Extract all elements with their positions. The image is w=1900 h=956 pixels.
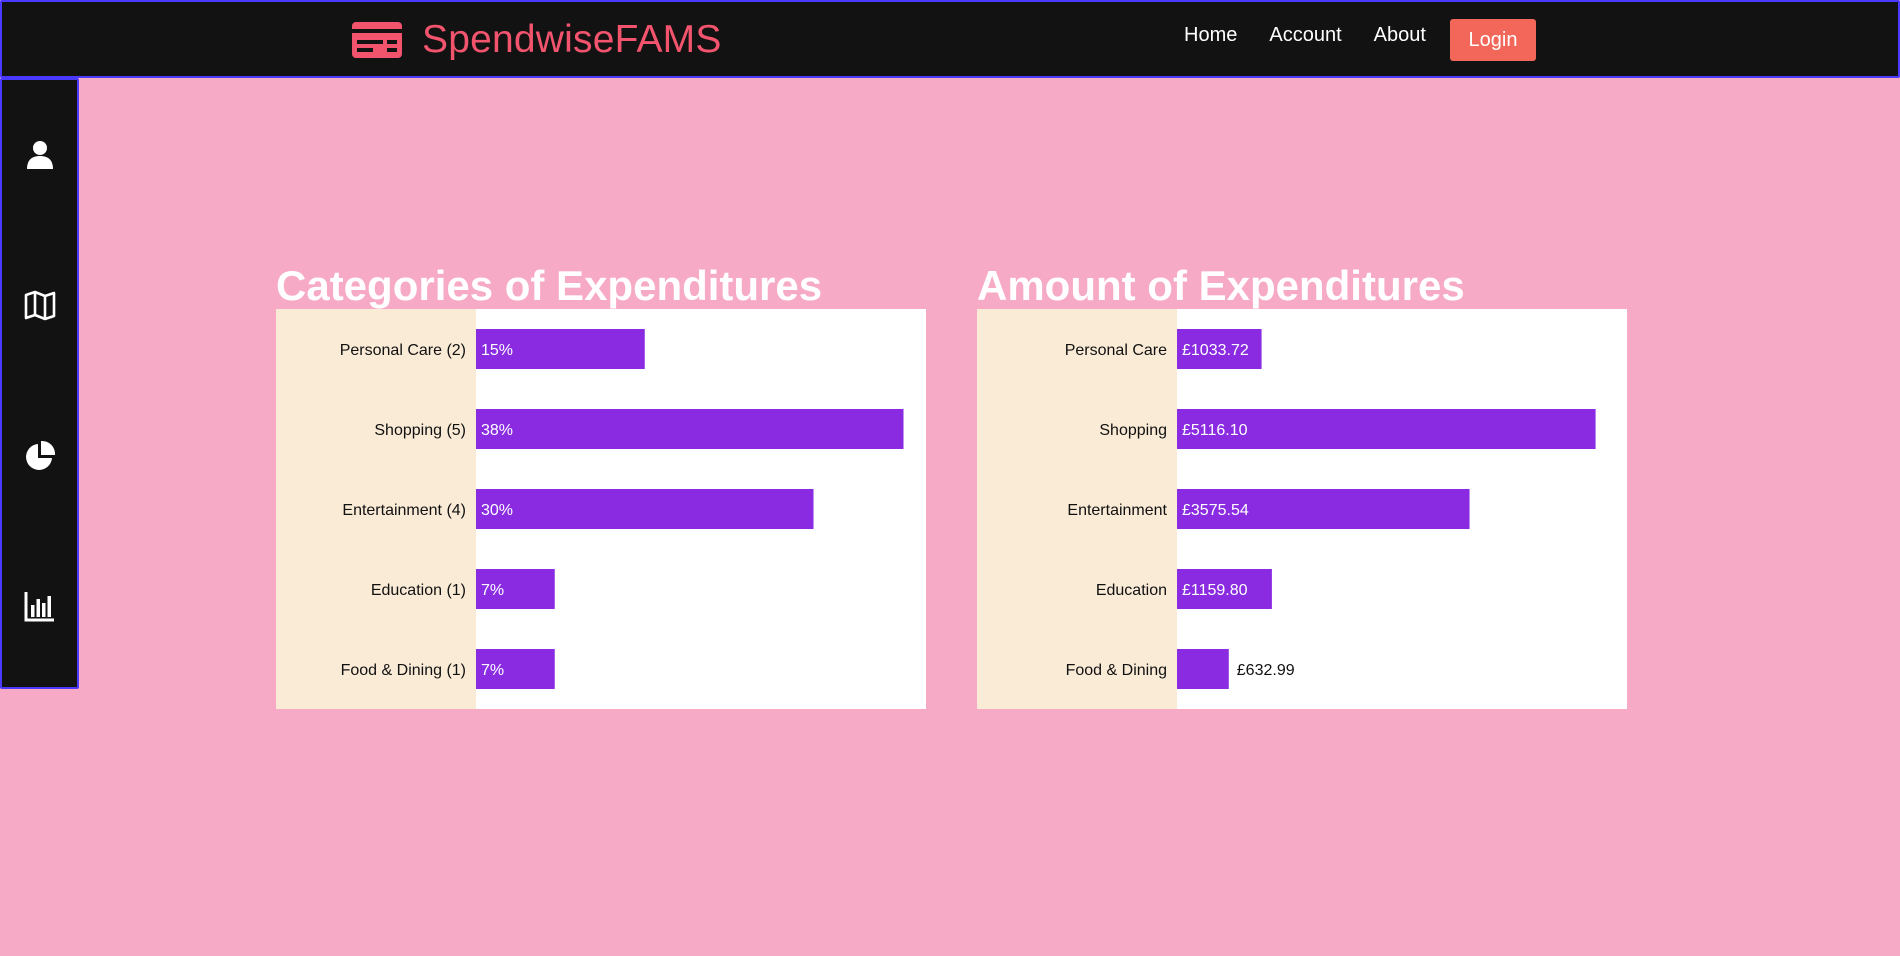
category-label: Food & Dining xyxy=(1066,662,1167,679)
bar xyxy=(476,489,814,529)
bar-chart-icon[interactable] xyxy=(24,590,56,622)
brand[interactable]: SpendwiseFAMS xyxy=(352,18,722,61)
brand-name: SpendwiseFAMS xyxy=(422,18,722,61)
category-label: Education (1) xyxy=(371,582,466,599)
category-label: Entertainment (4) xyxy=(342,502,466,519)
category-label: Education xyxy=(1096,582,1167,599)
nav-link-account[interactable]: Account xyxy=(1269,24,1341,47)
nav-links: Home Account About xyxy=(1184,24,1458,47)
map-icon[interactable] xyxy=(24,289,56,321)
bar xyxy=(1177,649,1229,689)
value-label: 7% xyxy=(481,662,504,679)
amount-chart-panel: Personal Care £1033.72 Shopping £5116.10 Ent… xyxy=(977,309,1627,709)
value-label: £5116.10 xyxy=(1182,422,1248,439)
value-label: 38% xyxy=(481,422,513,439)
category-label: Shopping (5) xyxy=(374,422,466,439)
value-label: £1033.72 xyxy=(1182,342,1249,359)
value-label: £3575.54 xyxy=(1182,502,1249,519)
categories-chart-panel: Personal Care (2) 15% Shopping (5) 38% Enter… xyxy=(276,309,926,709)
amount-bar-chart: Personal Care £1033.72 Shopping £5116.10 Ent… xyxy=(977,309,1596,709)
category-label: Entertainment xyxy=(1067,502,1167,519)
category-label: Personal Care (2) xyxy=(340,342,466,359)
pie-chart-icon[interactable] xyxy=(24,440,56,472)
bar xyxy=(476,409,904,449)
sidebar xyxy=(0,78,79,689)
nav-link-home[interactable]: Home xyxy=(1184,24,1237,47)
value-label: 30% xyxy=(481,502,513,519)
top-navbar: SpendwiseFAMS Home Account About Login xyxy=(0,0,1900,78)
user-icon[interactable] xyxy=(24,138,56,170)
value-label: 7% xyxy=(481,582,504,599)
login-button[interactable]: Login xyxy=(1450,19,1536,61)
chart-title-categories: Categories of Expenditures xyxy=(276,262,823,309)
category-label: Personal Care xyxy=(1065,342,1167,359)
value-label: £632.99 xyxy=(1237,662,1295,679)
value-label: £1159.80 xyxy=(1182,582,1248,599)
category-label: Shopping xyxy=(1099,422,1167,439)
categories-bar-chart: Personal Care (2) 15% Shopping (5) 38% Enter… xyxy=(276,309,904,709)
nav-link-about[interactable]: About xyxy=(1374,24,1426,47)
value-label: 15% xyxy=(481,342,513,359)
category-label: Food & Dining (1) xyxy=(341,662,466,679)
credit-card-icon xyxy=(352,22,402,58)
chart-title-amount: Amount of Expenditures xyxy=(977,262,1465,309)
